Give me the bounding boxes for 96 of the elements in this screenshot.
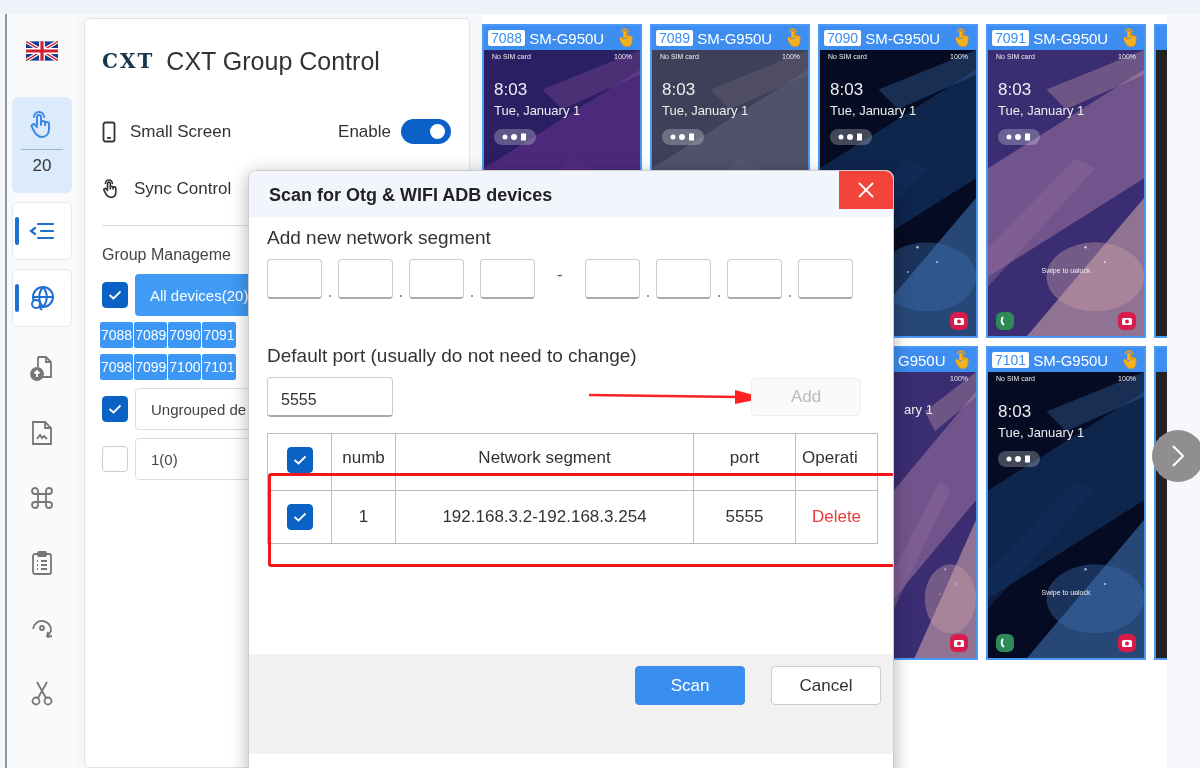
port-badge: 7090 — [824, 30, 862, 46]
sidebar-item[interactable] — [12, 202, 72, 260]
toggle-switch[interactable] — [401, 119, 451, 144]
image-file-icon — [31, 419, 53, 446]
lock-time: 8:03 — [830, 80, 864, 100]
lock-date: Tue, January 1 — [494, 103, 581, 118]
device-chip[interactable]: 7091 — [202, 322, 236, 348]
section-heading: Group Manageme — [102, 246, 232, 264]
device-chip[interactable]: 7101 — [202, 354, 236, 380]
clipboard-icon — [31, 549, 53, 576]
sidebar-item[interactable] — [12, 269, 72, 327]
port-field[interactable]: 5555 — [267, 377, 393, 417]
select-all-checkbox[interactable] — [286, 447, 313, 473]
scissors-icon — [30, 679, 54, 706]
scan-button[interactable]: Scan — [635, 666, 745, 705]
app-title: CXT Group Control — [166, 46, 380, 76]
check-icon — [292, 455, 307, 465]
notification-icons — [830, 129, 872, 145]
checkbox[interactable] — [102, 396, 128, 422]
tile-header[interactable]: G950U — [894, 348, 976, 372]
cancel-button[interactable]: Cancel — [771, 666, 881, 705]
column-header: Network segment — [395, 433, 694, 491]
chevron-right-icon — [1171, 444, 1185, 468]
table-cell: 192.168.3.2-192.168.3.254 — [395, 490, 694, 544]
command-key-icon — [30, 485, 54, 510]
octet-field[interactable] — [409, 259, 464, 299]
check-icon — [108, 404, 122, 414]
octet-field[interactable] — [584, 259, 640, 299]
lock-time: 8:03 — [662, 80, 696, 100]
tap-hand-icon — [102, 178, 120, 199]
tile-header[interactable]: 7101 SM-G950U — [988, 348, 1144, 372]
flag-icon — [26, 40, 58, 61]
delete-link[interactable]: Delete — [795, 490, 878, 544]
file-upload-icon — [30, 354, 54, 381]
globe-search-icon — [28, 284, 56, 312]
octet-field[interactable] — [726, 259, 782, 299]
toggle-label: Enable — [338, 121, 391, 142]
lock-date: Tue, January 1 — [830, 103, 917, 118]
device-count: 20 — [32, 156, 52, 176]
lock-date: Tue, January 1 — [998, 103, 1085, 118]
octet-field[interactable] — [797, 259, 853, 299]
lock-date: Tue, January 1 — [662, 103, 749, 118]
field-label: Add new network segment — [267, 227, 492, 249]
octet-field[interactable] — [267, 259, 322, 299]
setting-label: Small Screen — [130, 121, 232, 142]
column-header: Operati — [795, 433, 878, 491]
table-cell: 5555 — [693, 490, 796, 544]
tile-header[interactable]: 7088 SM-G950U — [484, 26, 640, 50]
device-chip[interactable]: 7088 — [100, 322, 134, 348]
device-model: SM-G950U — [1033, 29, 1109, 47]
setting-label: Sync Control — [134, 178, 232, 199]
device-model: SM-G950U — [697, 29, 773, 47]
row-checkbox[interactable] — [286, 504, 313, 530]
list-icon — [29, 221, 55, 241]
lock-date: Tue, January 1 — [998, 425, 1085, 440]
lock-time: 8:03 — [998, 80, 1032, 100]
device-chip[interactable]: 7099 — [134, 354, 168, 380]
octet-field[interactable] — [480, 259, 535, 299]
field-label: Default port (usually do not need to change) — [267, 345, 638, 367]
table-cell: 1 — [331, 490, 396, 544]
device-model: SM-G950U — [1033, 351, 1109, 369]
port-badge: 7088 — [488, 30, 526, 46]
lock-time: 8:03 — [494, 80, 528, 100]
device-count-tab[interactable]: 20 — [12, 97, 72, 193]
port-badge: 7091 — [992, 30, 1030, 46]
dialog-title: Scan for Otg & WIFI ADB devices — [269, 185, 553, 206]
tile-header[interactable]: 7089 SM-G950U — [652, 26, 808, 50]
close-icon — [858, 182, 874, 198]
column-header: port — [693, 433, 796, 491]
lock-time: 8:03 — [998, 402, 1032, 422]
notification-icons — [494, 129, 536, 145]
close-button[interactable] — [839, 171, 893, 209]
lock-date: ary 1 — [904, 402, 933, 417]
port-badge: 7089 — [656, 30, 694, 46]
brand-logo: CXT — [102, 49, 155, 73]
tile-header[interactable]: 7090 SM-G950U — [820, 26, 976, 50]
device-chip[interactable]: 7089 — [134, 322, 168, 348]
checkbox[interactable] — [102, 282, 128, 308]
phone-icon — [102, 120, 116, 143]
octet-field[interactable] — [655, 259, 711, 299]
port-badge: 7101 — [992, 352, 1030, 368]
check-icon — [292, 512, 307, 522]
device-model: G950U — [898, 351, 946, 369]
device-chip[interactable]: 7090 — [168, 322, 202, 348]
check-icon — [108, 290, 122, 300]
column-header: numb — [331, 433, 396, 491]
device-chip[interactable]: 7100 — [168, 354, 202, 380]
device-chip[interactable]: 7098 — [100, 354, 134, 380]
notification-icons — [998, 451, 1040, 467]
octet-field[interactable] — [338, 259, 393, 299]
device-model: SM-G950U — [529, 29, 605, 47]
notification-icons — [662, 129, 704, 145]
range-separator: - — [557, 265, 563, 285]
device-model: SM-G950U — [865, 29, 941, 47]
tile-header[interactable]: 7091 SM-G950U — [988, 26, 1144, 50]
notification-icons — [998, 129, 1040, 145]
